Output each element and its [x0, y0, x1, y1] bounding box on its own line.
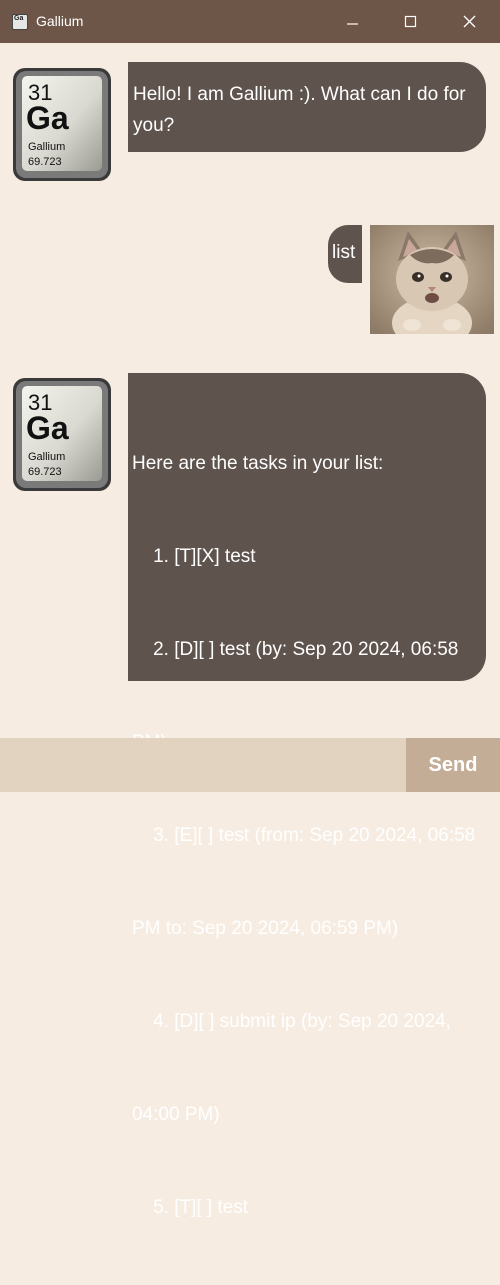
minimize-button[interactable] [330, 0, 376, 43]
chat-area[interactable]: 31 Ga Gallium 69.723 Hello! I am Gallium… [0, 43, 500, 1218]
kitten-photo [370, 225, 494, 334]
bot-task-list-bubble: Here are the tasks in your list: 1. [T][… [128, 373, 486, 1218]
message-line: you? [133, 115, 175, 136]
task-item-3-continued: PM to: Sep 20 2024, 06:59 PM) [132, 918, 399, 939]
close-icon [463, 15, 476, 28]
maximize-button[interactable] [388, 0, 434, 43]
bot-avatar-gallium: 31 Ga Gallium 69.723 [13, 378, 111, 491]
send-button[interactable]: Send [406, 738, 500, 792]
avatar-symbol: Ga [26, 410, 69, 446]
avatar-symbol: Ga [26, 100, 69, 136]
maximize-icon [404, 15, 417, 28]
avatar-element-name: Gallium [28, 141, 65, 153]
bot-message-bubble: Hello! I am Gallium :). What can I do fo… [128, 62, 486, 152]
message-input[interactable] [0, 738, 406, 792]
task-item-1: 1. [T][X] test [132, 546, 256, 567]
task-item-4: 4. [D][ ] submit ip (by: Sep 20 2024, [132, 1011, 451, 1032]
task-item-5: 5. [T][ ] test [132, 1197, 249, 1218]
gallium-app-icon: Ga [12, 14, 28, 30]
avatar-atomic-mass: 69.723 [28, 156, 62, 168]
user-message-bubble: list [328, 225, 362, 283]
user-message-text: list [332, 242, 356, 263]
task-list-header: Here are the tasks in your list: [132, 453, 384, 474]
task-item-3: 3. [E][ ] test (from: Sep 20 2024, 06:58 [132, 825, 476, 846]
close-button[interactable] [447, 0, 493, 43]
task-item-4-continued: 04:00 PM) [132, 1104, 220, 1125]
minimize-icon [347, 23, 358, 25]
window-title: Gallium [36, 13, 84, 29]
avatar-element-name: Gallium [28, 451, 65, 463]
message-line: Hello! I am Gallium :). What can I do fo… [133, 84, 466, 105]
title-bar: Ga Gallium [0, 0, 500, 43]
task-item-2: 2. [D][ ] test (by: Sep 20 2024, 06:58 [132, 639, 459, 660]
avatar-atomic-mass: 69.723 [28, 466, 62, 478]
bot-avatar-gallium: 31 Ga Gallium 69.723 [13, 68, 111, 181]
